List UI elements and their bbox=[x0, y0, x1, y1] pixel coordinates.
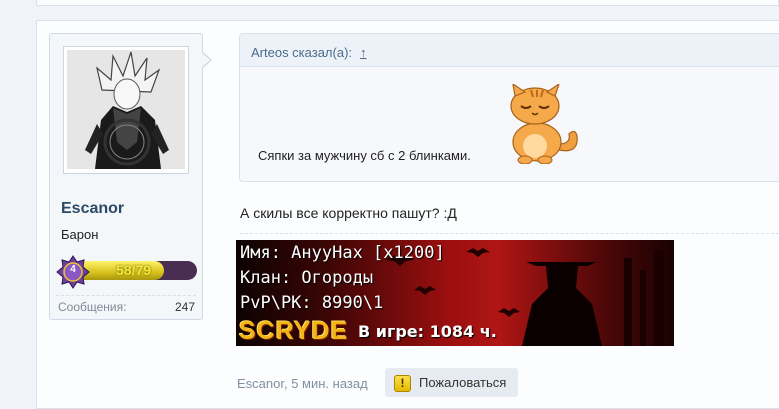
previous-post-edge bbox=[36, 0, 779, 6]
quote-block: Arteos сказал(а): ↑ Сяпки за мужчину сб … bbox=[239, 33, 779, 182]
signature-ingame-time: В игре: 1084 ч. bbox=[358, 322, 497, 341]
warning-icon: ! bbox=[394, 375, 411, 392]
username-link[interactable]: Escanor bbox=[61, 200, 124, 218]
signature-divider bbox=[240, 233, 779, 234]
divider bbox=[56, 295, 196, 296]
messages-count[interactable]: 247 bbox=[175, 300, 195, 314]
signature-pvp-line: PvP\PK: 8990\1 bbox=[240, 293, 384, 313]
report-label: Пожаловаться bbox=[419, 375, 507, 390]
quote-jump-link[interactable]: ↑ bbox=[360, 45, 367, 60]
avatar[interactable] bbox=[67, 50, 185, 169]
quote-header: Arteos сказал(а): ↑ bbox=[240, 34, 779, 67]
quote-author: Arteos сказал(а): bbox=[251, 45, 353, 60]
quote-text: Сяпки за мужчину сб с 2 блинками. bbox=[258, 148, 471, 163]
level-number: 4 bbox=[70, 264, 76, 275]
scryde-logo: SCRYDE bbox=[239, 317, 349, 345]
messages-label: Сообщения: bbox=[58, 300, 127, 314]
signature-clan-line: Клан: Огороды bbox=[240, 268, 374, 288]
report-button[interactable]: ! Пожаловаться bbox=[385, 368, 518, 397]
xp-progress-text: 58/79 bbox=[116, 262, 152, 278]
cat-sticker-icon bbox=[510, 84, 578, 164]
post-message: А скилы все корректно пашут? :Д bbox=[240, 205, 457, 221]
user-title: Барон bbox=[61, 227, 99, 242]
signature-banner: Имя: АнууНах [x1200] Клан: Огороды PvP\P… bbox=[236, 240, 674, 346]
signature-name-line: Имя: АнууНах [x1200] bbox=[240, 243, 445, 263]
post-author-time[interactable]: Escanor, 5 мин. назад bbox=[237, 376, 368, 391]
